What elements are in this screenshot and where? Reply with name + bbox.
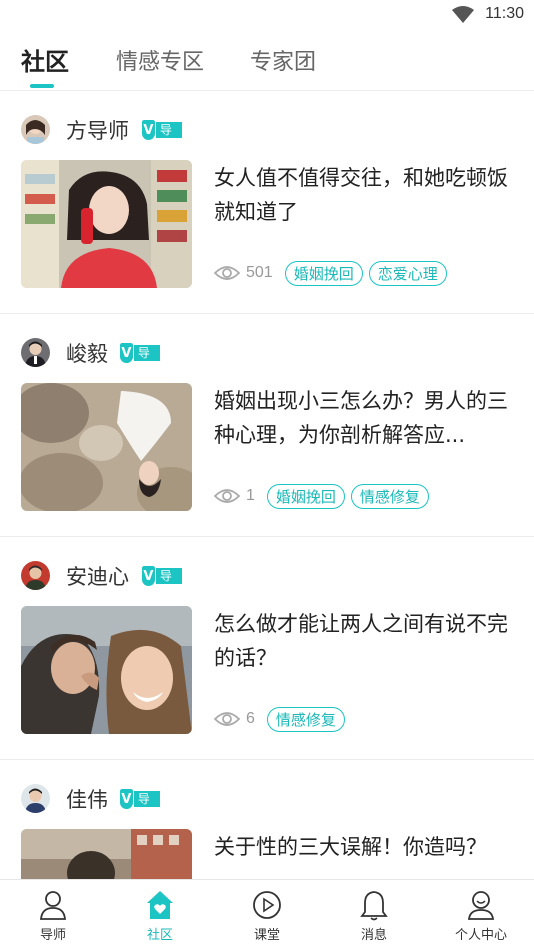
eye-icon	[214, 712, 240, 726]
tab-community[interactable]: 社区	[21, 42, 69, 77]
view-count: 1	[246, 487, 255, 504]
nav-label: 消息	[360, 928, 387, 943]
mentor-badge: V 导师	[142, 566, 183, 599]
home-heart-icon	[147, 891, 173, 919]
post-thumbnail[interactable]	[21, 829, 192, 879]
bottom-nav: 导师 社区 课堂 消息 个人中心	[0, 879, 534, 949]
post-thumbnail[interactable]	[21, 606, 192, 734]
post-title[interactable]: 女人值不值得交往，和她吃顿饭就知道了	[214, 161, 514, 229]
mentor-badge: V 导师	[120, 789, 161, 822]
nav-profile[interactable]: 个人中心	[428, 880, 534, 949]
author-name[interactable]: 安迪心	[66, 561, 129, 591]
nav-classroom[interactable]: 课堂	[214, 880, 320, 949]
mentor-badge: V 导师	[120, 343, 161, 376]
author-name[interactable]: 佳伟	[66, 784, 108, 814]
post-thumbnail[interactable]	[21, 160, 192, 288]
person-icon	[40, 891, 66, 920]
post-title[interactable]: 关于性的三大误解！你造吗？	[214, 830, 514, 864]
author-name[interactable]: 峻毅	[66, 338, 108, 368]
verified-icon: V	[120, 789, 133, 809]
avatar[interactable]	[21, 784, 50, 813]
avatar[interactable]	[21, 115, 50, 144]
nav-label: 个人中心	[454, 928, 507, 943]
status-time: 11:30	[485, 5, 524, 22]
bell-icon	[360, 891, 388, 921]
eye-icon	[214, 489, 240, 503]
active-tab-indicator	[30, 84, 54, 88]
author-name[interactable]: 方导师	[66, 115, 129, 145]
status-bar: 11:30	[0, 0, 534, 30]
post-tag[interactable]: 情感修复	[350, 483, 429, 509]
post-meta: 1 婚姻挽回 情感修复	[214, 483, 435, 509]
post-card[interactable]: 安迪心 V 导师 怎么做才能让两人之间有说不完的话？ 6 情感修复	[0, 537, 534, 760]
nav-label: 导师	[39, 928, 66, 943]
avatar[interactable]	[21, 561, 50, 590]
nav-community[interactable]: 社区	[107, 880, 213, 949]
avatar[interactable]	[21, 338, 50, 367]
view-count: 501	[246, 264, 273, 281]
nav-label: 社区	[146, 928, 173, 943]
play-circle-icon	[253, 891, 281, 919]
post-meta: 6 情感修复	[214, 706, 351, 732]
post-tag[interactable]: 恋爱心理	[368, 260, 447, 286]
nav-label: 课堂	[253, 928, 280, 943]
post-feed[interactable]: 方导师 V 导师 女人值不值得交往，和她吃顿饭就知道了 501 婚姻挽回 恋爱心理	[0, 91, 534, 879]
verified-icon: V	[142, 566, 155, 586]
post-title[interactable]: 怎么做才能让两人之间有说不完的话？	[214, 607, 514, 675]
post-tag[interactable]: 婚姻挽回	[284, 260, 363, 286]
tab-expert-team[interactable]: 专家团	[250, 44, 316, 76]
post-title[interactable]: 婚姻出现小三怎么办？男人的三种心理，为你剖析解答应...	[214, 384, 514, 452]
tab-emotion-zone[interactable]: 情感专区	[116, 44, 204, 76]
top-tabs: 社区 情感专区 专家团	[0, 30, 534, 90]
wifi-icon	[452, 6, 474, 23]
view-count: 6	[246, 710, 255, 727]
post-card[interactable]: 峻毅 V 导师 婚姻出现小三怎么办？男人的三种心理，为你剖析解答应... 1 婚姻…	[0, 314, 534, 537]
profile-icon	[467, 891, 495, 920]
nav-mentor[interactable]: 导师	[0, 880, 106, 949]
verified-icon: V	[142, 120, 155, 140]
nav-messages[interactable]: 消息	[321, 880, 427, 949]
post-card[interactable]: 方导师 V 导师 女人值不值得交往，和她吃顿饭就知道了 501 婚姻挽回 恋爱心理	[0, 91, 534, 314]
eye-icon	[214, 266, 240, 280]
post-meta: 501 婚姻挽回 恋爱心理	[214, 260, 453, 286]
verified-icon: V	[120, 343, 133, 363]
post-card[interactable]: 佳伟 V 导师 关于性的三大误解！你造吗？	[0, 760, 534, 879]
mentor-badge: V 导师	[142, 120, 183, 153]
post-tag[interactable]: 婚姻挽回	[266, 483, 345, 509]
post-tag[interactable]: 情感修复	[266, 706, 345, 732]
post-thumbnail[interactable]	[21, 383, 192, 511]
